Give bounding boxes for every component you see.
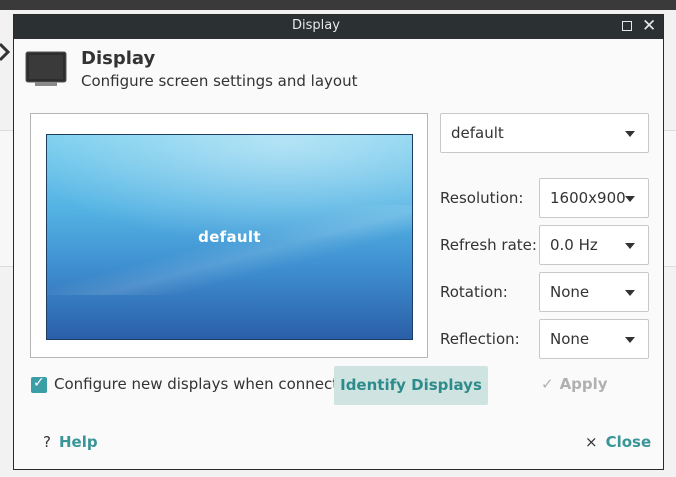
display-preview-label: default <box>198 228 261 246</box>
check-icon: ✓ <box>541 375 554 393</box>
configure-new-displays-checkbox[interactable]: ✓ <box>31 375 47 393</box>
apply-button[interactable]: ✓ Apply <box>541 375 608 393</box>
titlebar[interactable]: Display ✕ <box>14 15 663 39</box>
background-icon <box>0 42 11 62</box>
chevron-down-icon <box>625 196 635 202</box>
close-icon[interactable]: ✕ <box>642 16 656 36</box>
chevron-down-icon <box>625 243 635 249</box>
resolution-value: 1600x900 <box>550 189 626 207</box>
chevron-down-icon <box>625 131 635 137</box>
reflection-value: None <box>550 330 590 348</box>
configure-new-displays-label[interactable]: Configure new displays when connected <box>54 375 357 393</box>
resolution-select[interactable]: 1600x900 <box>539 178 649 218</box>
wallpaper-streak <box>47 205 412 295</box>
display-preview-monitor[interactable]: default <box>46 134 413 340</box>
rotation-select[interactable]: None <box>539 272 649 312</box>
header-title: Display <box>81 48 156 69</box>
reflection-select[interactable]: None <box>539 319 649 359</box>
display-select[interactable]: default <box>440 113 649 153</box>
apply-label: Apply <box>559 375 608 393</box>
display-layout-preview: default <box>30 113 428 358</box>
display-select-value: default <box>451 124 504 142</box>
display-dialog: Display ✕ Display Configure screen setti… <box>13 14 664 470</box>
close-label: Close <box>605 433 652 451</box>
background-topbar <box>0 0 676 10</box>
chevron-down-icon <box>625 290 635 296</box>
identify-displays-button[interactable]: Identify Displays <box>334 366 488 405</box>
close-button[interactable]: × Close <box>585 433 651 451</box>
help-button[interactable]: ? Help <box>43 433 98 451</box>
refresh-rate-value: 0.0 Hz <box>550 236 598 254</box>
resolution-label: Resolution: <box>440 189 524 207</box>
window-title: Display <box>292 18 340 33</box>
close-icon: × <box>585 433 598 451</box>
chevron-down-icon <box>625 337 635 343</box>
maximize-icon[interactable] <box>622 21 632 31</box>
header-subtitle: Configure screen settings and layout <box>81 72 358 90</box>
refresh-rate-select[interactable]: 0.0 Hz <box>539 225 649 265</box>
help-icon: ? <box>43 433 51 451</box>
rotation-label: Rotation: <box>440 283 508 301</box>
refresh-rate-label: Refresh rate: <box>440 236 537 254</box>
monitor-icon <box>25 51 67 86</box>
checkmark-icon: ✓ <box>33 375 45 391</box>
rotation-value: None <box>550 283 590 301</box>
help-label: Help <box>58 433 98 451</box>
reflection-label: Reflection: <box>440 330 520 348</box>
